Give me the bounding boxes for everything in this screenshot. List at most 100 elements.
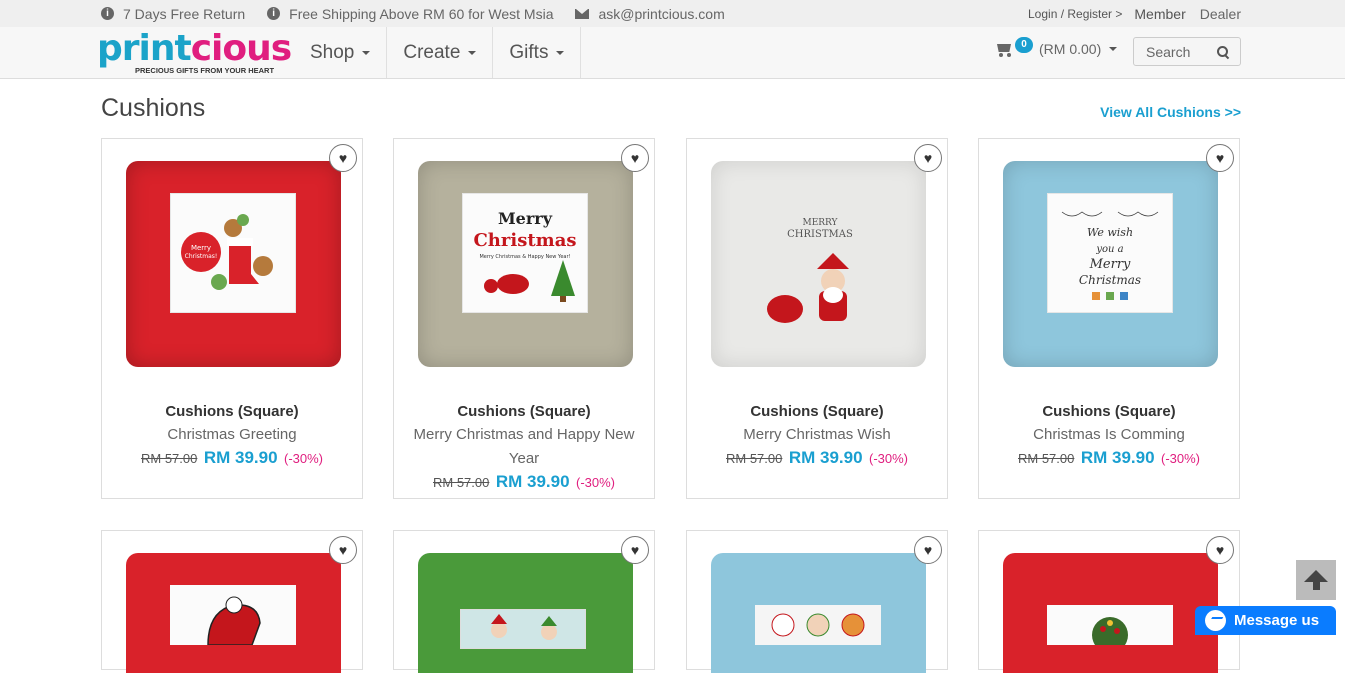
svg-text:Merry: Merry (498, 209, 553, 228)
messenger-icon (1205, 610, 1226, 631)
product-image[interactable]: We wish you a Merry Christmas ♥ (979, 139, 1239, 379)
svg-text:CHRISTMAS: CHRISTMAS (787, 229, 853, 240)
heart-icon: ♥ (630, 150, 640, 166)
member-link[interactable]: Member (1134, 6, 1185, 22)
print-panel: We wish you a Merry Christmas (1047, 193, 1173, 313)
menu-gifts-label: Gifts (509, 41, 549, 63)
product-card[interactable]: ♥ (686, 530, 948, 673)
wishlist-button[interactable]: ♥ (621, 144, 649, 172)
menu-shop-label: Shop (310, 41, 355, 63)
free-shipping-notice: i Free Shipping Above RM 60 for West Msi… (267, 6, 553, 22)
main-navbar: printcious PRECIOUS GIFTS FROM YOUR HEAR… (0, 27, 1345, 79)
discount-badge: (-30%) (575, 475, 615, 490)
product-image[interactable]: Merry Christmas! ♥ (102, 139, 362, 379)
heart-icon: ♥ (923, 542, 933, 558)
info-icon: i (267, 7, 281, 20)
product-card[interactable]: ♥ (978, 530, 1240, 673)
menu-gifts[interactable]: Gifts (493, 27, 582, 78)
discount-badge: (-30%) (1160, 451, 1200, 466)
svg-text:Merry: Merry (191, 244, 211, 252)
print-panel (755, 605, 881, 645)
original-price: RM 57.00 (1018, 451, 1075, 466)
heart-icon: ♥ (1215, 542, 1225, 558)
free-return-notice: i 7 Days Free Return (101, 6, 245, 22)
caret-down-icon (468, 50, 477, 55)
product-name[interactable]: Merry Christmas Wish (687, 423, 947, 447)
heart-icon: ♥ (338, 542, 348, 558)
svg-text:Merry Christmas & Happy New Ye: Merry Christmas & Happy New Year! (479, 254, 570, 260)
product-info: Cushions (Square) Christmas Greeting RM … (102, 401, 362, 470)
print-design: MERRY CHRISTMAS (757, 209, 883, 329)
product-type[interactable]: Cushions (Square) (687, 401, 947, 423)
print-panel (1047, 605, 1173, 653)
email-text[interactable]: ask@printcious.com (598, 6, 724, 22)
search-label: Search (1146, 43, 1191, 60)
search-icon (1217, 45, 1229, 58)
heart-icon: ♥ (338, 150, 348, 166)
svg-text:Christmas: Christmas (1079, 273, 1141, 287)
product-info: Cushions (Square) Merry Christmas and Ha… (394, 401, 654, 494)
search-button[interactable]: Search (1133, 37, 1241, 66)
envelope-icon (575, 8, 590, 19)
login-register-link[interactable]: Login / Register > (1028, 7, 1122, 21)
wishlist-button[interactable]: ♥ (329, 536, 357, 564)
cart-dropdown[interactable]: 0 (RM 0.00) (995, 37, 1118, 57)
info-icon: i (101, 7, 114, 20)
shopping-cart-icon (995, 42, 1013, 57)
wishlist-button[interactable]: ♥ (1206, 536, 1234, 564)
caret-down-icon (362, 50, 371, 55)
wishlist-button[interactable]: ♥ (914, 536, 942, 564)
print-panel (460, 609, 586, 649)
free-shipping-text: Free Shipping Above RM 60 for West Msia (289, 5, 554, 22)
product-info: Cushions (Square) Merry Christmas Wish R… (687, 401, 947, 470)
print-panel: Merry Christmas Merry Christmas & Happy … (462, 193, 588, 313)
product-price: RM 57.00 RM 39.90 (-30%) (394, 471, 654, 494)
wishlist-button[interactable]: ♥ (621, 536, 649, 564)
svg-text:Merry: Merry (1089, 257, 1131, 272)
discount-badge: (-30%) (283, 451, 323, 466)
wishlist-button[interactable]: ♥ (329, 144, 357, 172)
product-card[interactable]: MERRY CHRISTMAS ♥ Cushions (Square) Merr… (686, 138, 948, 499)
email-contact[interactable]: ask@printcious.com (575, 6, 725, 22)
menu-create[interactable]: Create (387, 27, 494, 78)
menu-create-label: Create (403, 41, 461, 63)
messenger-chat-button[interactable]: Message us (1195, 606, 1336, 635)
arrow-stem (1313, 578, 1320, 590)
product-card[interactable]: ♥ (393, 530, 655, 673)
product-name[interactable]: Christmas Is Comming (979, 423, 1239, 447)
product-type[interactable]: Cushions (Square) (394, 401, 654, 423)
logo-word-cious: cious (190, 28, 292, 69)
product-card[interactable]: Merry Christmas Merry Christmas & Happy … (393, 138, 655, 499)
menu-shop[interactable]: Shop (294, 27, 388, 78)
messenger-label: Message us (1234, 612, 1320, 629)
original-price: RM 57.00 (726, 451, 783, 466)
product-type[interactable]: Cushions (Square) (102, 401, 362, 423)
product-image[interactable]: MERRY CHRISTMAS ♥ (687, 139, 947, 379)
wishlist-button[interactable]: ♥ (1206, 144, 1234, 172)
scroll-to-top-button[interactable] (1296, 560, 1336, 600)
heart-icon: ♥ (1215, 150, 1225, 166)
product-name[interactable]: Christmas Greeting (102, 423, 362, 447)
caret-down-icon (556, 50, 565, 55)
product-type[interactable]: Cushions (Square) (979, 401, 1239, 423)
top-info-bar: i 7 Days Free Return i Free Shipping Abo… (0, 0, 1345, 27)
svg-text:Christmas!: Christmas! (185, 253, 218, 260)
svg-text:We wish: We wish (1087, 226, 1133, 239)
logo-word-print: print (97, 28, 192, 69)
product-card[interactable]: We wish you a Merry Christmas ♥ Cushions… (978, 138, 1240, 499)
product-price: RM 57.00 RM 39.90 (-30%) (687, 447, 947, 470)
dealer-link[interactable]: Dealer (1200, 6, 1241, 22)
discount-badge: (-30%) (868, 451, 908, 466)
product-name[interactable]: Merry Christmas and Happy New Year (394, 423, 654, 471)
svg-text:MERRY: MERRY (802, 218, 838, 228)
product-card[interactable]: ♥ (101, 530, 363, 673)
product-card[interactable]: Merry Christmas! ♥ Cushions (Square) Chr… (101, 138, 363, 499)
printcious-logo[interactable]: printcious PRECIOUS GIFTS FROM YOUR HEAR… (97, 28, 292, 76)
sale-price: RM 39.90 (203, 448, 278, 467)
free-return-text: 7 Days Free Return (123, 5, 246, 22)
view-all-cushions-link[interactable]: View All Cushions >> (1100, 104, 1241, 120)
product-image[interactable]: Merry Christmas Merry Christmas & Happy … (394, 139, 654, 379)
sale-price: RM 39.90 (1080, 448, 1155, 467)
wishlist-button[interactable]: ♥ (914, 144, 942, 172)
section-title: Cushions (101, 94, 206, 122)
